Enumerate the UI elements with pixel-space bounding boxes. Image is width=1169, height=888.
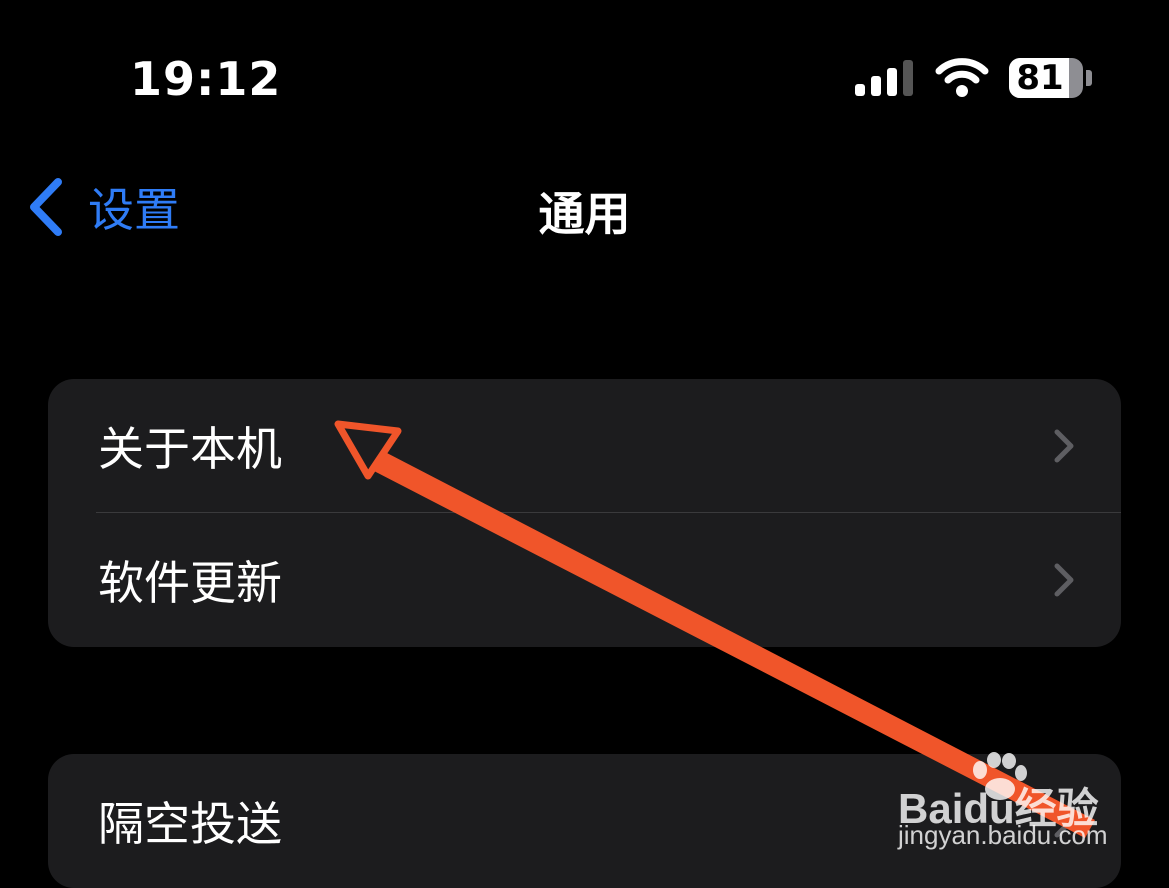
battery-icon: 81 <box>1009 58 1083 98</box>
row-about[interactable]: 关于本机 <box>48 379 1121 513</box>
row-label: 软件更新 <box>98 556 282 610</box>
row-software-update[interactable]: 软件更新 <box>48 513 1121 647</box>
chevron-right-icon <box>1054 429 1074 463</box>
battery-tip <box>1086 70 1092 86</box>
battery-percentage: 81 <box>1016 58 1064 98</box>
settings-group-1: 关于本机 软件更新 <box>48 379 1121 647</box>
signal-icon <box>855 60 913 96</box>
chevron-right-icon <box>1054 563 1074 597</box>
status-time: 19:12 <box>130 52 282 106</box>
wifi-icon <box>935 58 989 97</box>
page-title: 通用 <box>538 187 631 241</box>
watermark-url: jingyan.baidu.com <box>898 820 1108 850</box>
row-label: 关于本机 <box>98 422 282 476</box>
row-label: 隔空投送 <box>98 797 282 851</box>
